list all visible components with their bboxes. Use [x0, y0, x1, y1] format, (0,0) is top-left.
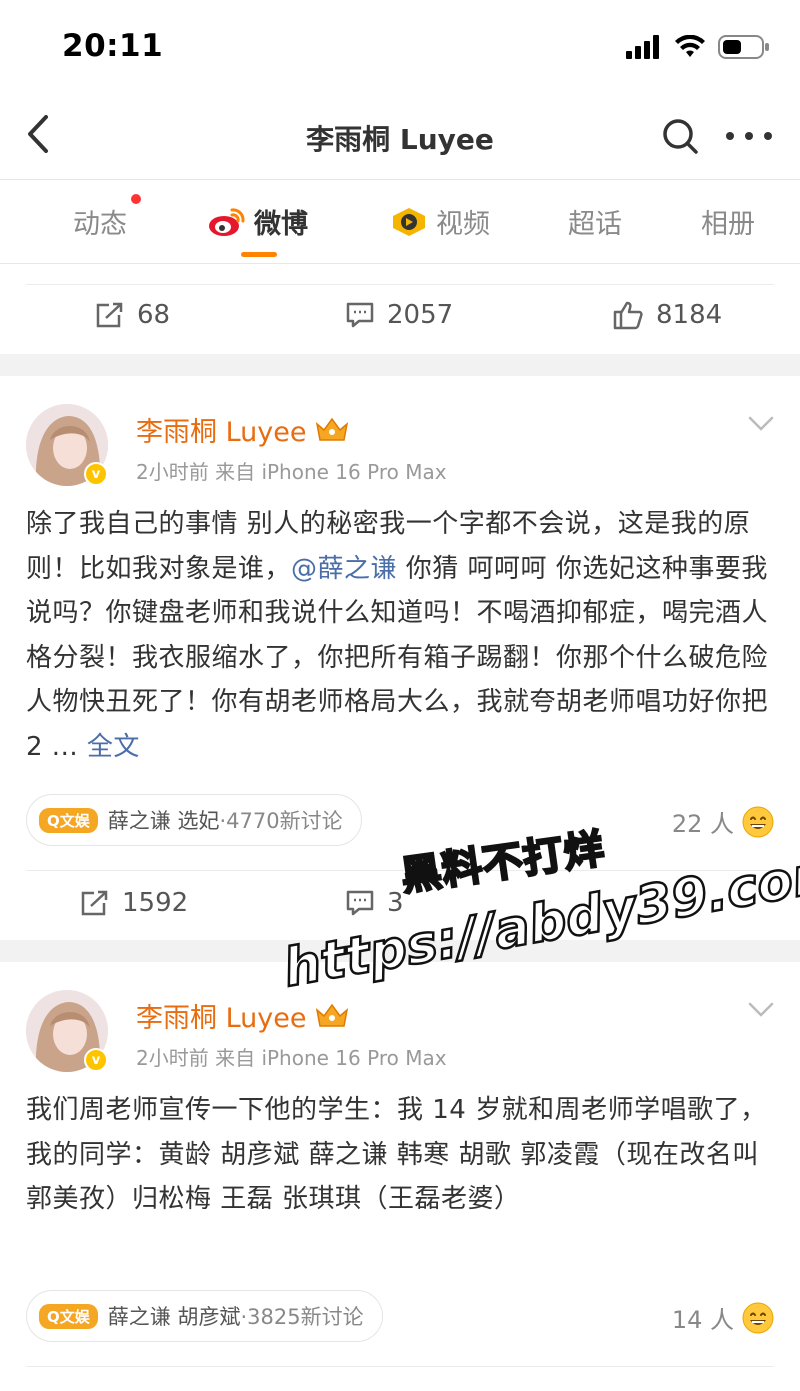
author-label: 李雨桐 Luyee — [136, 417, 307, 448]
comment-icon — [346, 890, 374, 916]
topic-count: ·3825新讨论 — [240, 1305, 364, 1329]
previous-post-footer: 68 2057 8184 — [0, 264, 800, 354]
status-icons — [626, 34, 770, 60]
post-meta: 2小时前 来自 iPhone 16 Pro Max — [136, 1046, 447, 1070]
post-text: 我们周老师宣传一下他的学生：我 14 岁就和周老师学唱歌了，我的同学：黄龄 胡彦… — [26, 1095, 767, 1214]
repost-icon — [96, 302, 123, 328]
wifi-icon — [675, 35, 705, 57]
topic-count: ·4770新讨论 — [219, 809, 343, 833]
tab-dynamics[interactable]: 动态 — [73, 202, 127, 241]
notification-dot — [131, 194, 141, 204]
battery-icon — [718, 35, 769, 59]
video-icon — [393, 207, 425, 236]
verified-badge-icon: v — [84, 462, 108, 486]
status-time: 20:11 — [62, 28, 164, 64]
post-text: 除了我自己的事情 别人的秘密我一个字都不会说，这是我的原则！比如我对象是谁，@薛… — [26, 502, 774, 769]
tab-label: 相册 — [701, 209, 755, 240]
author-label: 李雨桐 Luyee — [136, 1003, 307, 1034]
weibo-logo-icon — [209, 207, 245, 236]
topic-pill[interactable]: Q文娱 薛之谦 胡彦斌 ·3825新讨论 — [26, 1290, 383, 1342]
more-icon[interactable] — [726, 116, 772, 156]
topic-name: 薛之谦 选妃 — [107, 809, 220, 833]
people-reacted[interactable]: 22 人 — [672, 804, 774, 839]
like-button[interactable]: 8184 — [612, 300, 722, 330]
topic-category-tag: Q文娱 — [39, 807, 98, 833]
thumbs-up-icon — [613, 301, 643, 330]
tab-weibo[interactable]: 微博 — [208, 202, 308, 241]
comment-button[interactable]: 2057 — [345, 300, 453, 330]
comment-button[interactable]: 3 — [345, 888, 404, 918]
comment-count: 2057 — [387, 300, 454, 330]
tab-super-topic[interactable]: 超话 — [568, 202, 622, 241]
topic-name: 薛之谦 胡彦斌 — [107, 1305, 241, 1329]
tab-video[interactable]: 视频 — [390, 202, 490, 241]
tab-label: 超话 — [568, 209, 622, 240]
comment-count: 3 — [387, 888, 404, 918]
active-tab-indicator — [241, 252, 277, 257]
post-text-part: 你猜 呵呵呵 你选妃这种事要我说吗？你键盘老师和我说什么知道吗！不喝酒抑郁症，喝… — [26, 553, 769, 762]
tab-label: 微博 — [254, 209, 308, 240]
search-icon[interactable] — [660, 116, 700, 156]
full-text-link[interactable]: 全文 — [87, 732, 140, 762]
mention-link[interactable]: @薛之谦 — [291, 554, 397, 584]
divider — [26, 1366, 774, 1367]
topic-pill[interactable]: Q文娱 薛之谦 选妃 ·4770新讨论 — [26, 794, 362, 846]
repost-count: 68 — [137, 300, 171, 330]
status-bar: 20:11 — [0, 0, 800, 96]
chevron-down-icon[interactable] — [748, 1002, 774, 1018]
divider — [26, 284, 774, 285]
crown-badge-icon — [316, 1003, 349, 1027]
people-count: 14 人 — [671, 1306, 734, 1334]
author-name[interactable]: 李雨桐 Luyee — [136, 410, 350, 449]
tab-label: 动态 — [73, 209, 127, 240]
crown-badge-icon — [316, 417, 349, 441]
comment-icon — [346, 302, 374, 328]
profile-tabs: 动态 微博 视频 超话 相册 — [0, 180, 800, 264]
repost-button[interactable]: 1592 — [80, 888, 188, 918]
tab-label: 视频 — [436, 209, 490, 240]
tab-album[interactable]: 相册 — [701, 202, 755, 241]
people-count: 22 人 — [671, 810, 734, 838]
smiley-icon — [742, 806, 774, 837]
divider — [26, 870, 774, 871]
topic-category-tag: Q文娱 — [39, 1303, 98, 1329]
post-card[interactable]: v 李雨桐 Luyee 2小时前 来自 iPhone 16 Pro Max 我们… — [0, 962, 800, 1391]
author-name[interactable]: 李雨桐 Luyee — [136, 996, 350, 1035]
like-count: 8184 — [656, 300, 723, 330]
smiley-icon — [742, 1302, 774, 1333]
repost-button[interactable]: 68 — [95, 300, 170, 330]
cellular-signal-icon — [626, 35, 659, 59]
nav-bar: 李雨桐 Luyee — [0, 96, 800, 180]
repost-count: 1592 — [122, 888, 189, 918]
verified-badge-icon: v — [84, 1048, 108, 1072]
people-reacted[interactable]: 14 人 — [672, 1300, 774, 1335]
post-meta: 2小时前 来自 iPhone 16 Pro Max — [136, 460, 447, 484]
repost-icon — [81, 890, 108, 916]
post-card[interactable]: v 李雨桐 Luyee 2小时前 来自 iPhone 16 Pro Max 除了… — [0, 376, 800, 940]
chevron-down-icon[interactable] — [748, 416, 774, 432]
